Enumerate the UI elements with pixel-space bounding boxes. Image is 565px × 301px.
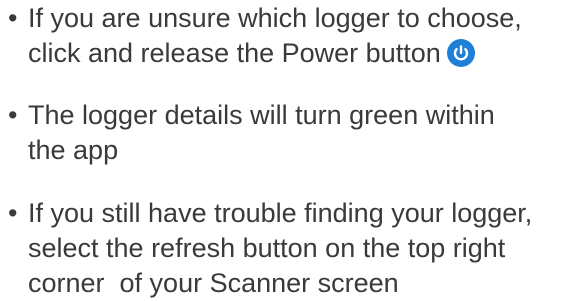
power-icon — [446, 39, 475, 67]
instruction-list: • If you are unsure which logger to choo… — [0, 0, 565, 298]
item-text-line: corner of your Scanner screen — [28, 268, 399, 298]
item-text-line-with-icon: click and release the Power button — [8, 36, 558, 71]
item-text-line: select the refresh button on the top rig… — [28, 233, 506, 263]
bullet: • — [8, 198, 18, 228]
item-text: click and release the Power button — [28, 38, 441, 68]
list-item: • If you still have trouble finding your… — [8, 196, 558, 301]
bullet: • — [8, 3, 18, 33]
list-item: • The logger details will turn green wit… — [8, 98, 558, 168]
item-text-line: If you are unsure which logger to choose… — [28, 3, 522, 33]
item-text-line: If you still have trouble finding your l… — [28, 198, 533, 228]
item-text-line: the app — [28, 135, 119, 165]
item-text-line: The logger details will turn green withi… — [28, 100, 495, 130]
bullet: • — [8, 100, 18, 130]
list-item: • If you are unsure which logger to choo… — [8, 1, 558, 71]
